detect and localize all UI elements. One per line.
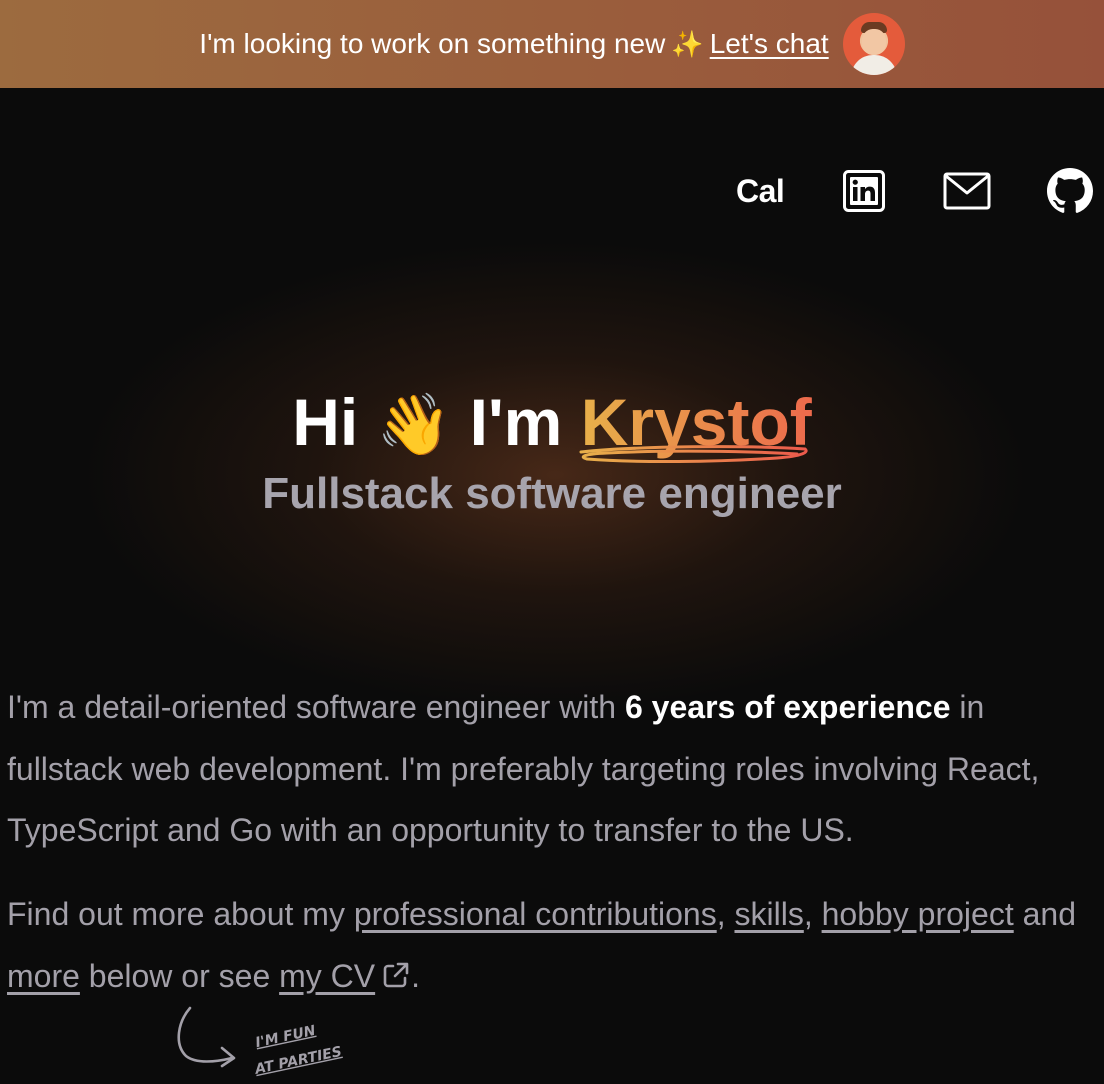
cal-link[interactable]: Cal bbox=[736, 166, 785, 216]
cv-link[interactable]: my CV bbox=[279, 958, 411, 994]
more-paragraph: Find out more about my professional cont… bbox=[7, 884, 1097, 1007]
experience-highlight: 6 years of experience bbox=[624, 689, 951, 725]
hero-subtitle: Fullstack software engineer bbox=[262, 469, 842, 518]
more-link[interactable]: more bbox=[7, 958, 80, 994]
more-prefix: Find out more about my bbox=[7, 896, 354, 932]
im-text: I'm bbox=[469, 385, 563, 459]
separator-2: , bbox=[803, 896, 822, 932]
sparkle-icon: ✨ bbox=[671, 28, 704, 59]
hero-heading: Hi 👋 I'm Krystof bbox=[0, 380, 1104, 467]
banner-text: I'm looking to work on something new bbox=[199, 28, 666, 59]
waving-hand-icon: 👋 bbox=[376, 391, 452, 458]
external-link-icon bbox=[383, 962, 409, 987]
separator-1: , bbox=[716, 896, 735, 932]
skills-link[interactable]: skills bbox=[734, 896, 803, 932]
intro-paragraph: I'm a detail-oriented software engineer … bbox=[7, 677, 1097, 862]
name-wrap: Krystof bbox=[579, 380, 812, 464]
and-text: and bbox=[1013, 896, 1076, 932]
contributions-link[interactable]: professional contributions bbox=[354, 896, 717, 932]
middle-text: below or see bbox=[79, 957, 280, 994]
fun-at-parties-doodle: I'M FUN AT PARTIES bbox=[177, 1006, 343, 1078]
intro-part1: I'm a detail-oriented software engineer … bbox=[7, 689, 625, 725]
linkedin-icon[interactable] bbox=[843, 166, 885, 216]
scribble-underline-icon bbox=[579, 445, 808, 464]
greeting-text: Hi bbox=[292, 385, 359, 459]
github-icon[interactable] bbox=[1047, 166, 1093, 216]
hobby-project-link[interactable]: hobby project bbox=[822, 896, 1014, 932]
cv-link-label: my CV bbox=[279, 957, 376, 994]
mail-icon[interactable] bbox=[943, 166, 991, 216]
announcement-banner: I'm looking to work on something new ✨ L… bbox=[0, 0, 1104, 88]
avatar[interactable] bbox=[842, 13, 905, 75]
end-text: . bbox=[411, 957, 421, 994]
lets-chat-link[interactable]: Let's chat bbox=[710, 28, 829, 60]
doodle-line1: I'M FUN bbox=[254, 1023, 317, 1051]
